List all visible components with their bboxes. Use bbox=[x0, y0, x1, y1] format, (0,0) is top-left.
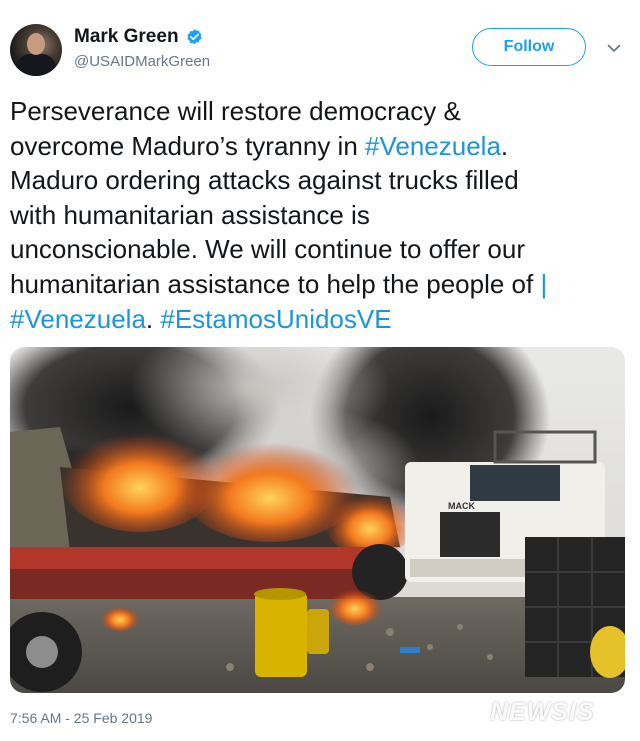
truck-brand-text: MACK bbox=[448, 501, 475, 511]
verified-badge-icon bbox=[187, 28, 202, 44]
tweet-media-photo[interactable]: MACK bbox=[10, 347, 625, 693]
tweet-text-line: humanitarian assistance to help the peop… bbox=[10, 267, 640, 302]
tweet-text: Perseverance will restore democracy & ove… bbox=[10, 94, 640, 336]
hashtag-link[interactable]: #EstamosUnidosVE bbox=[160, 304, 391, 334]
hashtag-link[interactable]: | bbox=[540, 269, 547, 299]
tweet-text-segment: with humanitarian assistance is bbox=[10, 199, 370, 230]
avatar-suit bbox=[16, 54, 56, 76]
tweet-text-segment: humanitarian assistance to help the peop… bbox=[10, 268, 541, 299]
tweet-text-line: unconscionable. We will continue to offe… bbox=[10, 232, 640, 267]
chevron-down-icon[interactable] bbox=[606, 40, 622, 56]
hashtag-link[interactable]: #Venezuela bbox=[365, 131, 501, 161]
hashtag-link[interactable]: #Venezuela bbox=[10, 304, 146, 334]
tweet-text-segment: overcome Maduro’s tyranny in bbox=[10, 130, 366, 161]
avatar-face bbox=[27, 33, 45, 55]
avatar[interactable] bbox=[10, 24, 62, 76]
tweet-timestamp[interactable]: 7:56 AM - 25 Feb 2019 bbox=[10, 710, 152, 726]
tweet-text-segment: . bbox=[145, 303, 161, 334]
tweet-text-line: overcome Maduro’s tyranny in #Venezuela. bbox=[10, 129, 640, 164]
author-handle[interactable]: @USAIDMarkGreen bbox=[74, 53, 210, 70]
burning-trucks-photo: MACK bbox=[10, 347, 625, 693]
tweet-text-segment: . bbox=[500, 130, 509, 161]
tweet-text-segment: unconscionable. We will continue to offe… bbox=[10, 234, 526, 265]
tweet-text-segment: Perseverance will restore democracy & bbox=[10, 96, 461, 126]
follow-button[interactable]: Follow bbox=[472, 28, 586, 66]
author-name[interactable]: Mark Green bbox=[74, 26, 179, 48]
watermark-logo: NEWSIS bbox=[490, 698, 595, 726]
tweet-text-line: Maduro ordering attacks against trucks f… bbox=[10, 163, 640, 198]
author-name-row[interactable]: Mark Green bbox=[74, 26, 204, 48]
tweet-text-segment: Maduro ordering attacks against trucks f… bbox=[10, 165, 519, 196]
tweet-text-line: #Venezuela. #EstamosUnidosVE bbox=[10, 302, 640, 337]
tweet-text-line: with humanitarian assistance is bbox=[10, 198, 640, 233]
tweet-text-line: Perseverance will restore democracy & bbox=[10, 94, 640, 129]
